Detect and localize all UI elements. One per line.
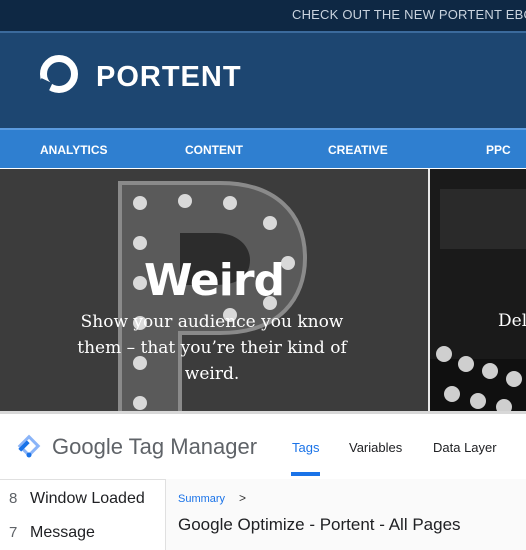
nav-item-analytics[interactable]: ANALYTICS — [40, 143, 108, 157]
gtm-title: Google Tag Manager — [52, 434, 258, 459]
gtm-logo-icon — [17, 434, 41, 458]
typewriter-image — [430, 189, 526, 411]
promo-bar[interactable]: CHECK OUT THE NEW PORTENT EBOO — [0, 0, 526, 31]
promo-text[interactable]: CHECK OUT THE NEW PORTENT EBOO — [292, 7, 526, 22]
breadcrumb-summary-link[interactable]: Summary — [178, 493, 225, 505]
hero-body: Show your audience you know them – that … — [77, 312, 347, 384]
tab-tags[interactable]: Tags — [292, 440, 319, 455]
nav-item-content[interactable]: CONTENT — [185, 143, 243, 157]
next-slide-title: Del — [498, 311, 526, 331]
nav-item-creative[interactable]: CREATIVE — [328, 143, 388, 157]
event-label: Window Loaded — [30, 490, 145, 507]
event-item[interactable]: 8 Window Loaded — [0, 484, 165, 514]
event-number: 7 — [9, 524, 18, 541]
tag-title: Google Optimize - Portent - All Pages — [178, 515, 461, 534]
active-tab-indicator — [291, 472, 320, 476]
event-label: Message — [30, 524, 95, 541]
breadcrumb-separator: > — [239, 491, 247, 505]
hero-title: Weird — [143, 255, 285, 306]
tab-data-layer[interactable]: Data Layer — [433, 440, 497, 455]
event-item[interactable]: 7 Message — [0, 518, 165, 548]
hero-slide[interactable]: Weird Show your audience you know them –… — [0, 169, 428, 411]
brand-name[interactable]: PORTENT — [96, 61, 242, 94]
nav-item-ppc[interactable]: PPC — [486, 143, 511, 157]
event-number: 8 — [9, 490, 18, 507]
site-header: PORTENT — [0, 31, 526, 128]
event-list: 8 Window Loaded 7 Message — [0, 479, 166, 550]
tag-detail: Summary > Google Optimize - Portent - Al… — [166, 479, 526, 550]
portent-logo-icon[interactable] — [40, 55, 78, 93]
tab-variables[interactable]: Variables — [349, 440, 402, 455]
next-slide[interactable]: Del — [430, 169, 526, 411]
gtm-debug-panel: Google Tag Manager Tags Variables Data L… — [0, 411, 526, 550]
main-nav: ANALYTICS CONTENT CREATIVE PPC — [0, 128, 526, 168]
gtm-header: Google Tag Manager Tags Variables Data L… — [0, 414, 526, 480]
